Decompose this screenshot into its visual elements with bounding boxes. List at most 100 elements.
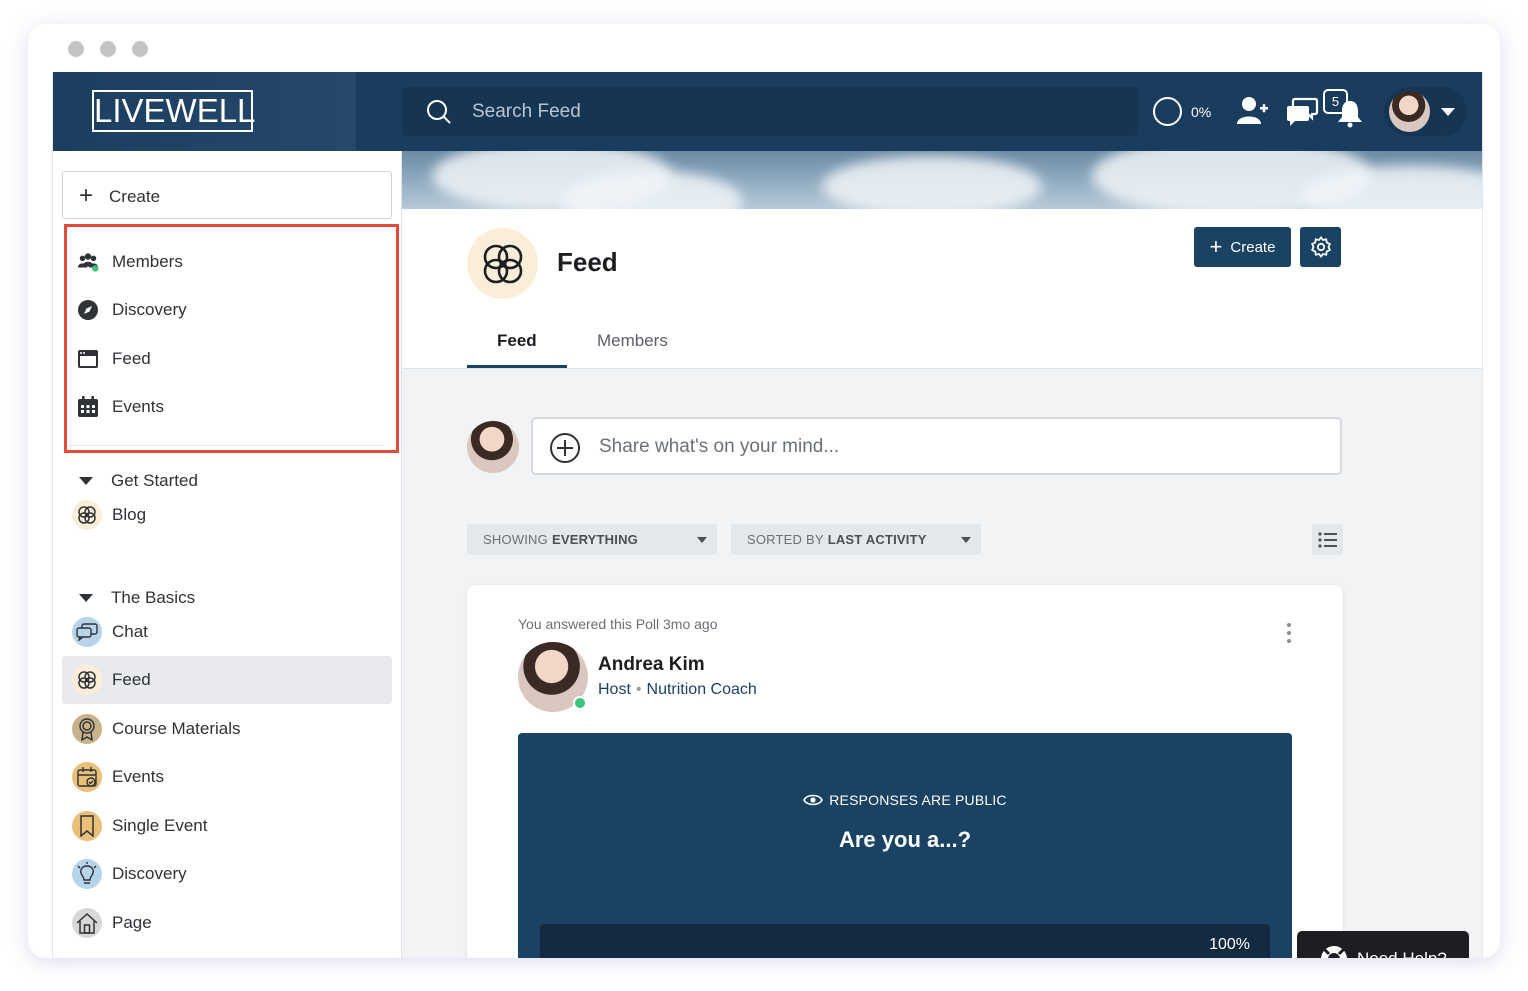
search-input[interactable]: Search Feed xyxy=(402,87,1138,136)
gear-icon xyxy=(1310,236,1331,258)
space-label: Feed xyxy=(112,670,151,689)
poll-visibility-label: RESPONSES ARE PUBLIC xyxy=(829,792,1007,808)
user-avatar xyxy=(1389,91,1430,132)
post-composer[interactable]: Share what's on your mind... xyxy=(531,417,1342,475)
caret-down-icon xyxy=(79,477,93,485)
list-view-button[interactable] xyxy=(1312,524,1343,555)
plus-icon: + xyxy=(1209,234,1223,259)
need-help-label: Need Help? xyxy=(1357,949,1447,958)
cover-banner xyxy=(402,151,1482,209)
feed-window-icon xyxy=(77,348,99,370)
sort-prefix: SORTED BY xyxy=(747,532,824,547)
space-label: Events xyxy=(112,767,164,786)
poll-card: RESPONSES ARE PUBLIC Are you a...? 100% xyxy=(518,733,1292,958)
filter-value: EVERYTHING xyxy=(551,532,638,547)
space-item-feed[interactable]: Feed xyxy=(62,656,392,704)
space-item-page[interactable]: Page xyxy=(62,899,392,947)
add-circle-icon xyxy=(550,433,580,463)
settings-button[interactable] xyxy=(1300,227,1341,267)
composer-placeholder: Share what's on your mind... xyxy=(599,436,840,457)
author-name[interactable]: Andrea Kim xyxy=(598,654,705,676)
caret-down-icon xyxy=(697,537,707,543)
space-item-discovery[interactable]: Discovery xyxy=(62,850,392,898)
calendar-icon xyxy=(77,396,99,418)
tab-underline xyxy=(467,365,567,368)
logo-area: LIVEWELL xyxy=(53,72,356,151)
space-item-course-materials[interactable]: Course Materials xyxy=(62,705,392,753)
nav-label: Feed xyxy=(112,349,151,368)
filter-prefix: SHOWING xyxy=(483,532,548,547)
space-item-events[interactable]: Events xyxy=(62,753,392,801)
top-bar: LIVEWELL Search Feed 0% 5 xyxy=(53,72,1482,151)
chat-bubbles-icon[interactable] xyxy=(1285,96,1319,128)
create-button-label: Create xyxy=(1230,238,1276,256)
filter-showing-dropdown[interactable]: SHOWING EVERYTHING xyxy=(467,524,717,555)
space-item-single-event[interactable]: Single Event xyxy=(62,802,392,850)
sidebar-create-button[interactable]: + Create xyxy=(62,171,392,219)
add-user-icon[interactable] xyxy=(1235,94,1269,128)
space-item-chat[interactable]: Chat xyxy=(62,608,392,656)
create-button[interactable]: + Create xyxy=(1194,227,1291,267)
caret-down-icon xyxy=(961,537,971,543)
progress-percent: 0% xyxy=(1191,104,1212,120)
sidebar: + Create Members Discovery Feed Events G… xyxy=(53,151,402,958)
lifebuoy-icon xyxy=(1321,946,1347,958)
more-options-icon[interactable] xyxy=(1287,623,1291,647)
create-label: Create xyxy=(109,187,161,206)
role-label: Host xyxy=(598,681,631,698)
space-label: Discovery xyxy=(112,864,187,883)
award-icon xyxy=(72,714,102,744)
eye-icon xyxy=(803,794,824,806)
online-status-dot xyxy=(573,696,587,710)
lightbulb-icon xyxy=(72,859,102,889)
poll-option-bar[interactable]: 100% xyxy=(540,924,1270,958)
list-icon xyxy=(1317,531,1337,548)
tab-feed[interactable]: Feed xyxy=(497,331,537,351)
space-header: Feed + Create Feed Members xyxy=(402,209,1482,369)
section-title: The Basics xyxy=(111,588,196,607)
nav-label: Members xyxy=(112,252,183,271)
tab-members[interactable]: Members xyxy=(597,331,668,351)
window-dot xyxy=(100,41,116,57)
post-meta: You answered this Poll 3mo ago xyxy=(518,616,718,632)
space-label: Course Materials xyxy=(112,719,241,738)
bell-icon[interactable] xyxy=(1335,98,1365,128)
brand-logo[interactable]: LIVEWELL xyxy=(92,90,255,132)
bookmark-icon xyxy=(72,811,102,841)
caret-down-icon xyxy=(79,594,93,602)
author-role: Host • Nutrition Coach xyxy=(598,681,757,699)
post-card: You answered this Poll 3mo ago Andrea Ki… xyxy=(467,585,1343,958)
compass-icon xyxy=(77,299,99,321)
browser-window: LIVEWELL Search Feed 0% 5 + Create Membe… xyxy=(28,24,1500,958)
space-label: Page xyxy=(112,913,152,932)
nav-label: Discovery xyxy=(112,300,187,319)
flower-icon xyxy=(467,228,538,299)
divider xyxy=(69,445,385,446)
sidebar-item-discovery[interactable]: Discovery xyxy=(77,295,187,325)
sort-dropdown[interactable]: SORTED BY LAST ACTIVITY xyxy=(731,524,981,555)
app: LIVEWELL Search Feed 0% 5 + Create Membe… xyxy=(52,72,1483,958)
sidebar-item-feed[interactable]: Feed xyxy=(77,344,151,374)
title-label: Nutrition Coach xyxy=(646,681,757,698)
space-label: Single Event xyxy=(112,816,208,835)
poll-question: Are you a...? xyxy=(838,827,972,852)
space-label: Blog xyxy=(112,505,147,524)
composer-avatar xyxy=(467,421,519,473)
space-item-blog[interactable]: Blog xyxy=(62,491,392,539)
progress-ring-icon[interactable] xyxy=(1153,97,1182,126)
window-dot xyxy=(132,41,148,57)
plus-icon: + xyxy=(79,182,94,209)
sidebar-item-members[interactable]: Members xyxy=(77,247,183,277)
search-icon xyxy=(427,100,451,124)
cloud xyxy=(822,156,1042,209)
user-menu[interactable] xyxy=(1384,87,1467,136)
page-title: Feed xyxy=(557,247,618,277)
flower-icon xyxy=(72,500,102,530)
nav-label: Events xyxy=(112,397,164,416)
calendar-check-icon xyxy=(72,762,102,792)
house-icon xyxy=(72,908,102,938)
sidebar-item-events[interactable]: Events xyxy=(77,392,164,422)
search-placeholder: Search Feed xyxy=(472,101,581,122)
section-title: Get Started xyxy=(111,471,198,490)
need-help-button[interactable]: Need Help? xyxy=(1297,931,1469,958)
